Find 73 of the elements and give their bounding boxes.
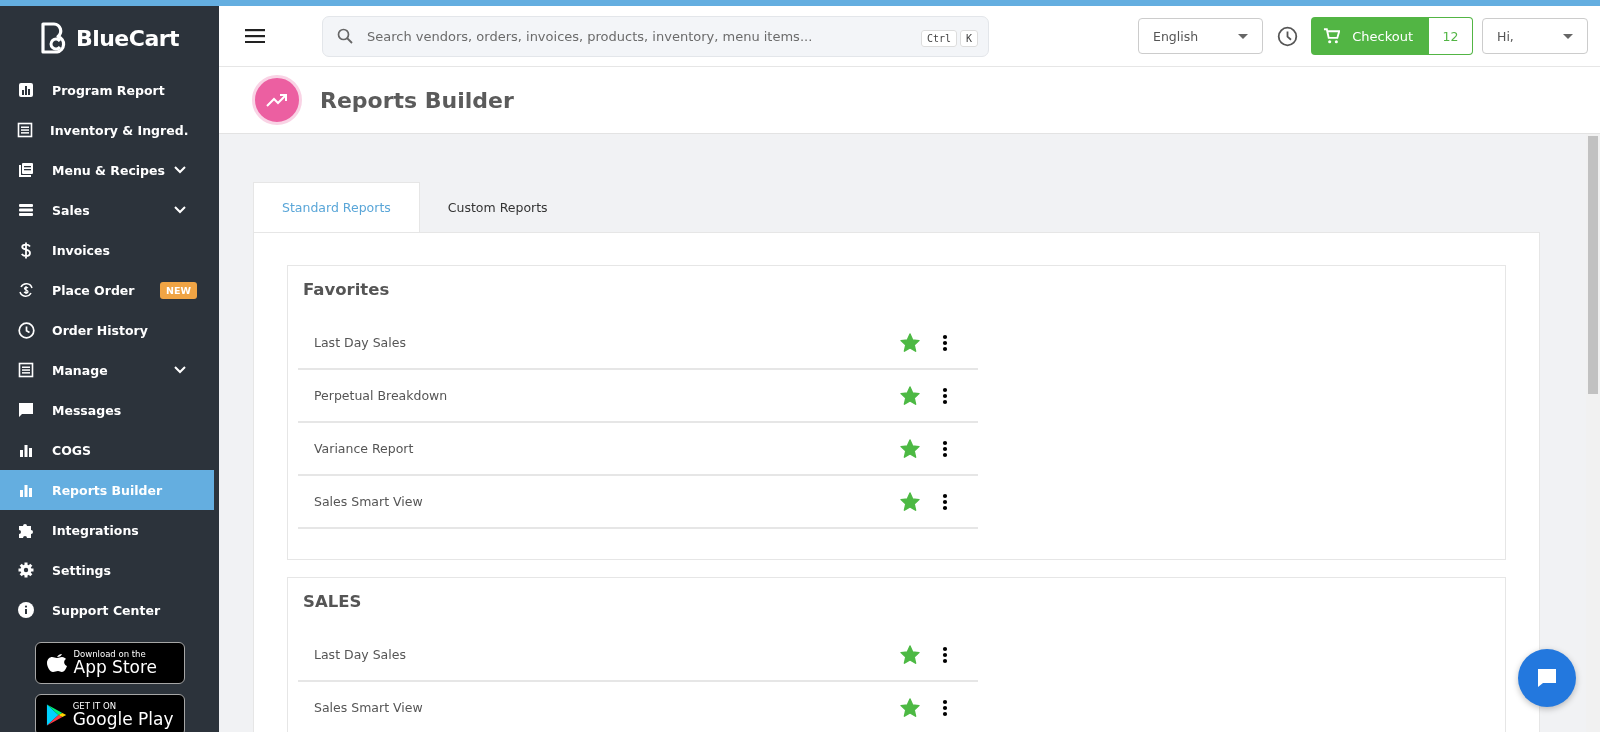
more-options-icon[interactable] [942,439,948,458]
more-options-icon[interactable] [942,492,948,511]
cart-icon [1323,27,1341,45]
clock-icon[interactable] [1277,25,1298,47]
more-options-icon[interactable] [942,333,948,352]
chevron-down-icon [174,166,186,174]
page-title: Reports Builder [320,87,514,113]
more-options-icon[interactable] [942,386,948,405]
sidebar-item[interactable]: Sales [0,190,214,230]
sidebar-item[interactable]: Manage [0,350,214,390]
keyboard-key: Ctrl [920,29,957,47]
chevron-down-icon [174,206,186,214]
list-icon [18,362,34,378]
sidebar-item[interactable]: COGS [0,430,214,470]
filled-star-icon[interactable] [900,645,920,664]
puzzle-icon [17,521,35,539]
sidebar-item[interactable]: Invoices [0,230,214,270]
sidebar-item[interactable]: Integrations [0,510,214,550]
menu-icon[interactable] [245,29,265,43]
book-icon [18,162,34,178]
section-title: SALES [303,592,363,611]
sidebar-item[interactable]: Menu & Recipes [0,150,214,190]
new-badge: NEW [160,281,197,299]
bar-chart-icon [19,483,33,497]
keyboard-key: K [959,29,978,47]
settings-icon [18,562,34,578]
more-options-icon[interactable] [942,698,948,717]
user-menu[interactable]: Hi, [1482,18,1588,54]
app-store-badge[interactable]: Download on the App Store [34,642,185,684]
report-row[interactable]: Sales Smart View [298,476,978,529]
report-row[interactable]: Perpetual Breakdown [298,370,978,423]
report-row[interactable]: Last Day Sales [298,629,978,682]
brand-name: BlueCart [75,25,180,51]
report-row[interactable]: Last Day Sales [298,317,978,370]
play-triangle-icon [45,703,67,727]
chat-icon [18,402,34,418]
tab[interactable]: Custom Reports [419,182,576,232]
google-play-badge[interactable]: GET IT ON Google Play [34,694,185,732]
language-select[interactable]: English [1138,18,1263,54]
section-title: Favorites [303,280,391,299]
chat-icon [1535,666,1559,690]
trend-icon [252,75,302,125]
bluecart-logo-icon [39,21,68,55]
stack-icon [18,202,34,218]
info-icon [18,602,34,618]
sidebar-item[interactable]: Program Report [0,70,214,110]
list-icon [17,122,33,138]
sidebar-item[interactable]: Place Order NEW [0,270,214,310]
bar-chart-icon [19,443,33,457]
search-input[interactable]: Search vendors, orders, invoices, products, inventory, menu items... [365,27,906,45]
dollar-icon [20,241,32,259]
filled-star-icon[interactable] [900,333,920,352]
bar-chart-icon [18,82,34,98]
filled-star-icon[interactable] [900,386,920,405]
sidebar-item[interactable]: Order History [0,310,214,350]
cart-count: 12 [1429,17,1473,55]
search-icon [337,28,353,44]
coin-cycle-icon [18,282,34,298]
caret-icon [1238,33,1248,39]
sidebar-item[interactable]: Support Center [0,590,214,630]
caret-icon [1563,33,1573,39]
clock-icon [17,321,35,339]
more-options-icon[interactable] [942,645,948,664]
search-field[interactable]: Search vendors, orders, invoices, products, inventory, menu items... Ctrl K [322,15,989,57]
filled-star-icon[interactable] [900,698,920,717]
sidebar-item[interactable]: Settings [0,550,214,590]
report-row[interactable]: Sales Smart View [298,682,978,732]
filled-star-icon[interactable] [900,439,920,458]
filled-star-icon[interactable] [900,492,920,511]
sidebar-item[interactable]: Inventory & Ingred. [0,110,214,150]
chevron-down-icon [174,366,186,374]
report-row[interactable]: Variance Report [298,423,978,476]
sidebar-item[interactable]: Messages [0,390,214,430]
